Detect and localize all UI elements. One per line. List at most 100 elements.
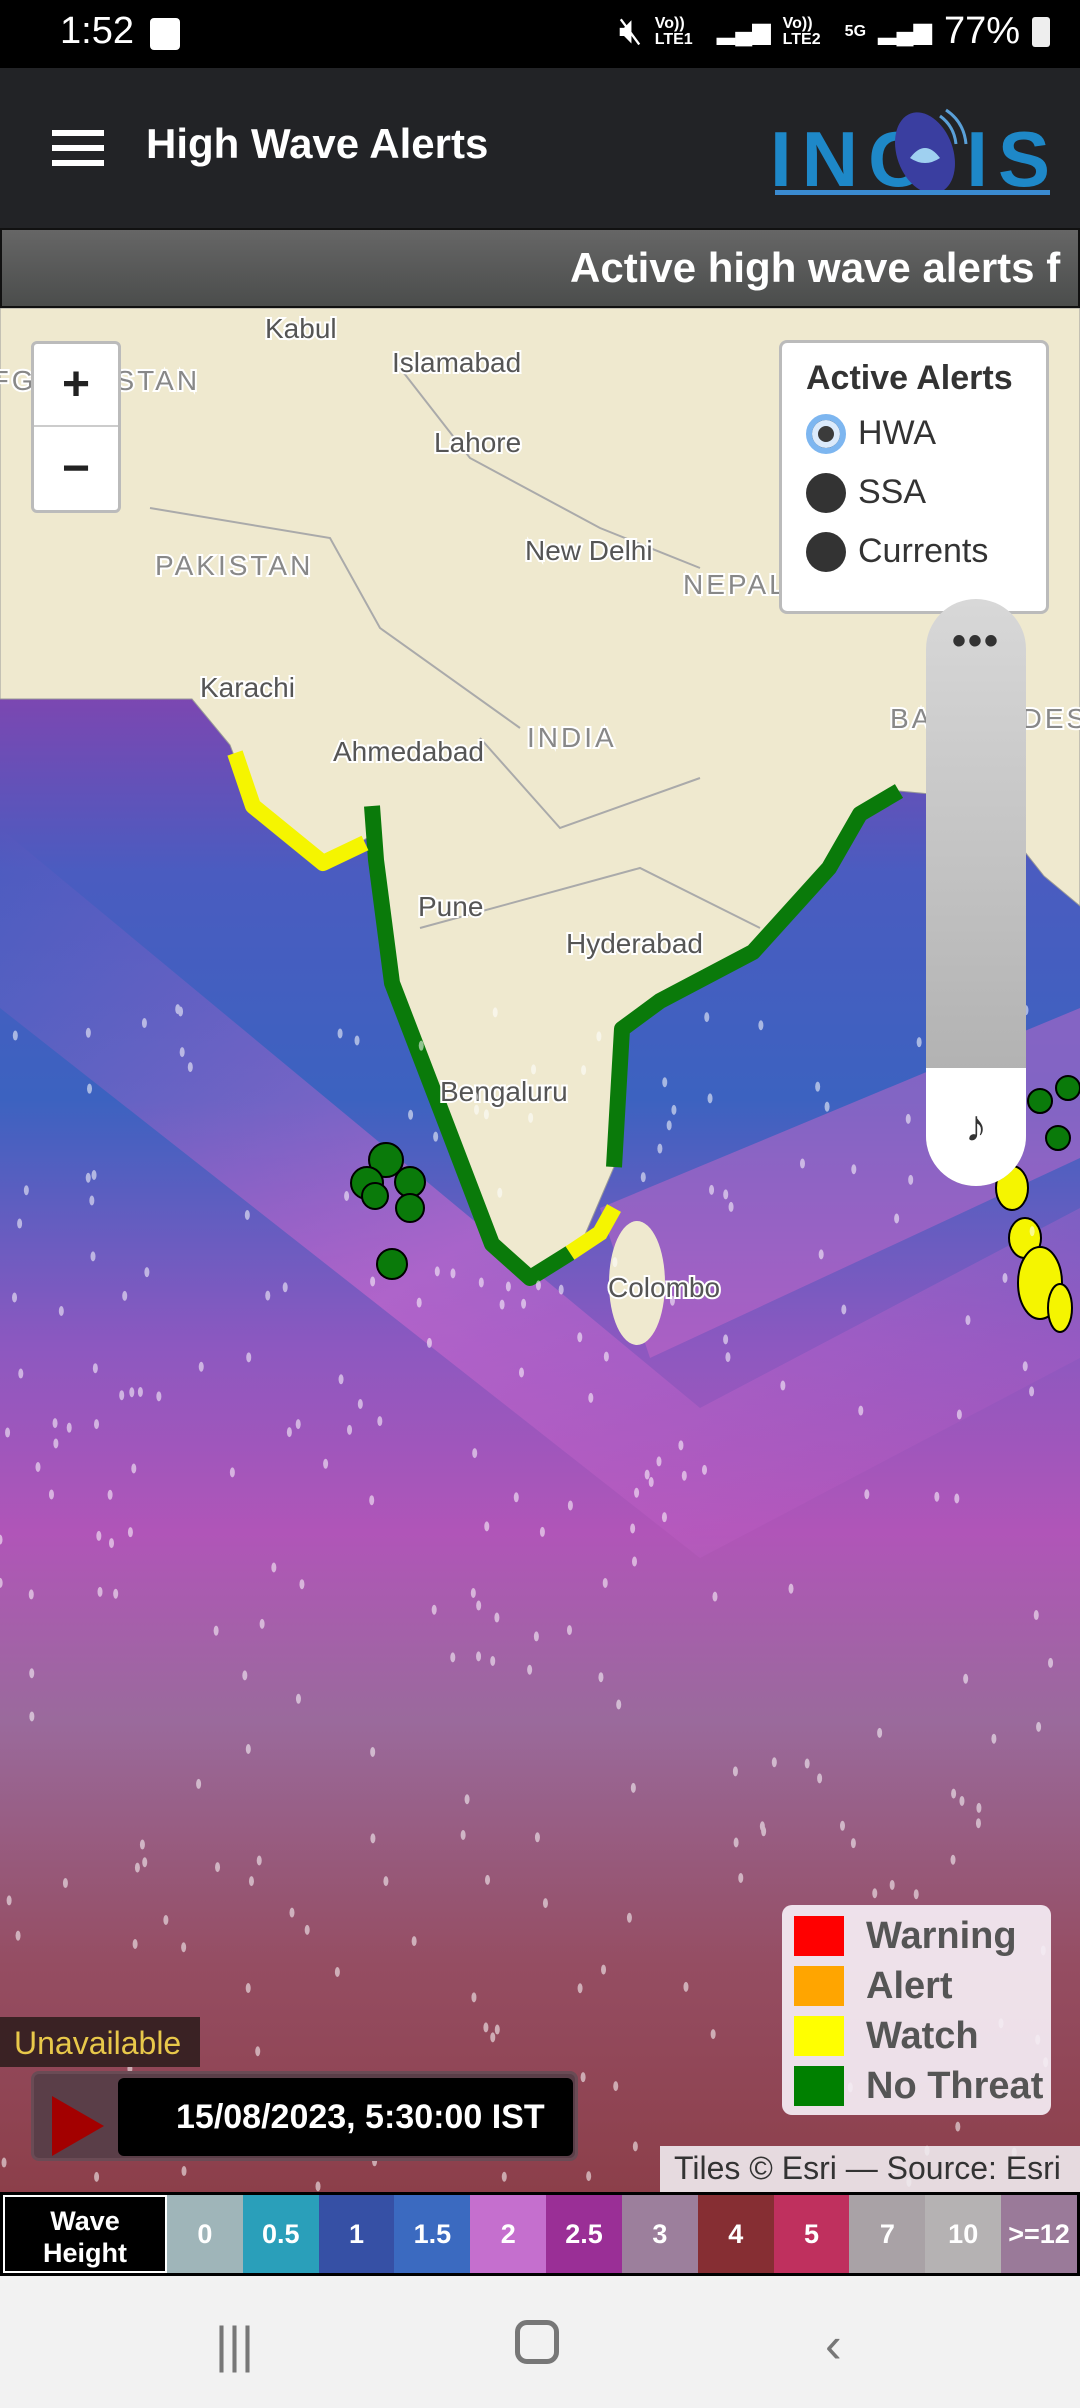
wave-marker — [246, 1352, 252, 1363]
back-icon[interactable]: ‹ — [825, 2316, 842, 2374]
wave-marker — [513, 1492, 519, 1503]
scale-cell: 2.5 — [546, 2195, 622, 2273]
clock: 1:52 — [60, 10, 134, 52]
wave-marker — [134, 1862, 140, 1873]
label-pune: Pune — [418, 891, 483, 922]
wave-marker — [198, 1361, 204, 1372]
legend-label: Alert — [866, 1964, 953, 2007]
wave-marker — [528, 1112, 534, 1123]
zoom-in-button[interactable]: + — [34, 344, 118, 427]
wave-marker — [671, 1104, 677, 1115]
label-bengaluru: Bengaluru — [440, 1076, 568, 1107]
wave-marker — [1022, 1361, 1028, 1372]
wave-marker — [433, 1131, 439, 1142]
label-lahore: Lahore — [434, 427, 521, 458]
radio-icon[interactable] — [806, 531, 846, 572]
wave-marker — [344, 1190, 350, 1201]
more-options-icon[interactable]: ••• — [926, 619, 1026, 664]
floating-side-panel[interactable]: ••• ♪ — [926, 599, 1026, 1186]
wave-marker — [23, 1185, 29, 1196]
wave-marker — [90, 1251, 96, 1262]
app-header: High Wave Alerts INC IS — [0, 68, 1080, 228]
time-player: 15/08/2023, 5:30:00 IST — [31, 2071, 578, 2161]
wave-marker — [603, 1351, 609, 1362]
wave-marker — [640, 1172, 646, 1183]
wave-marker — [956, 1409, 962, 1420]
wave-marker — [951, 1788, 957, 1799]
wave-marker — [315, 2181, 321, 2192]
wave-marker — [725, 1352, 731, 1363]
wave-marker — [877, 1727, 883, 1738]
music-note-icon[interactable]: ♪ — [926, 1068, 1026, 1186]
wave-marker — [1033, 1610, 1039, 1621]
wave-marker — [678, 1440, 684, 1451]
wave-marker — [28, 1589, 34, 1600]
wave-marker — [976, 1802, 982, 1813]
scale-cell: 7 — [849, 2195, 926, 2273]
wave-marker — [732, 1766, 738, 1777]
wave-marker — [94, 2171, 100, 2182]
wave-marker — [85, 1172, 91, 1183]
wave-marker — [6, 1895, 12, 1906]
label-india: INDIA — [527, 722, 617, 753]
wave-marker — [255, 2046, 261, 2057]
hamburger-icon[interactable] — [52, 130, 104, 166]
radio-label: Currents — [858, 532, 989, 570]
wave-marker — [669, 1295, 675, 1306]
wave-marker — [490, 2032, 496, 2043]
radio-currents[interactable]: Currents — [806, 522, 1046, 581]
wave-marker — [259, 1618, 265, 1629]
wave-marker — [17, 1218, 23, 1229]
wave-marker — [710, 2029, 716, 2040]
radio-icon[interactable] — [806, 413, 846, 454]
wave-marker — [53, 1438, 59, 1449]
wave-marker — [586, 2171, 592, 2182]
wave-marker — [490, 1655, 496, 1666]
radio-ssa[interactable]: SSA — [806, 463, 1046, 522]
wave-marker — [566, 1625, 572, 1636]
wave-marker — [58, 1305, 64, 1316]
wave-marker — [66, 1422, 72, 1433]
wave-marker — [601, 1964, 607, 1975]
wave-marker — [581, 1065, 587, 1076]
wave-marker — [179, 1047, 185, 1058]
label-colombo: Colombo — [608, 1272, 720, 1303]
scale-cell: 10 — [925, 2195, 1002, 2273]
zoom-out-button[interactable]: − — [34, 427, 118, 510]
legend-warning: Warning — [794, 1911, 1051, 1961]
home-icon[interactable] — [515, 2320, 559, 2364]
wave-marker — [245, 1983, 251, 1994]
wave-marker — [499, 1299, 505, 1310]
alert-ticker: Active high wave alerts f — [0, 228, 1080, 308]
radio-hwa[interactable]: HWA — [806, 404, 1046, 463]
wave-marker — [91, 1169, 97, 1180]
wave-marker — [383, 1876, 389, 1887]
scale-cell: 5 — [773, 2195, 850, 2273]
scale-cell: >=12 — [1001, 2195, 1077, 2273]
wave-marker — [244, 1209, 250, 1220]
sim2-indicator: Vo)) LTE2 — [782, 14, 821, 48]
wave-marker — [1029, 1226, 1035, 1237]
map[interactable]: Kabul Islamabad Lahore AFGHANISTAN PAKIS… — [0, 308, 1080, 2192]
wave-marker — [337, 1028, 343, 1039]
signal-icon: ▂▄▆ — [878, 18, 932, 45]
wave-marker — [533, 1631, 539, 1642]
wave-marker — [181, 2166, 187, 2177]
wave-marker — [955, 2121, 961, 2132]
recent-apps-icon[interactable]: ||| — [215, 2316, 254, 2374]
wave-marker — [144, 1267, 150, 1278]
wave-marker — [494, 2024, 500, 2035]
play-icon[interactable] — [52, 2096, 104, 2156]
legend-label: No Threat — [866, 2064, 1044, 2107]
wave-marker — [411, 1936, 417, 1947]
label-nepal: NEPAL — [683, 569, 788, 600]
wave-marker — [248, 1876, 254, 1887]
wave-marker — [626, 1912, 632, 1923]
wave-marker — [738, 1872, 744, 1883]
wave-marker — [472, 1448, 478, 1459]
legend-label: Watch — [866, 2014, 979, 2057]
wave-marker — [780, 1380, 786, 1391]
system-nav-bar: ||| ‹ — [0, 2276, 1080, 2408]
wave-marker — [494, 1612, 500, 1623]
radio-icon[interactable] — [806, 472, 846, 513]
